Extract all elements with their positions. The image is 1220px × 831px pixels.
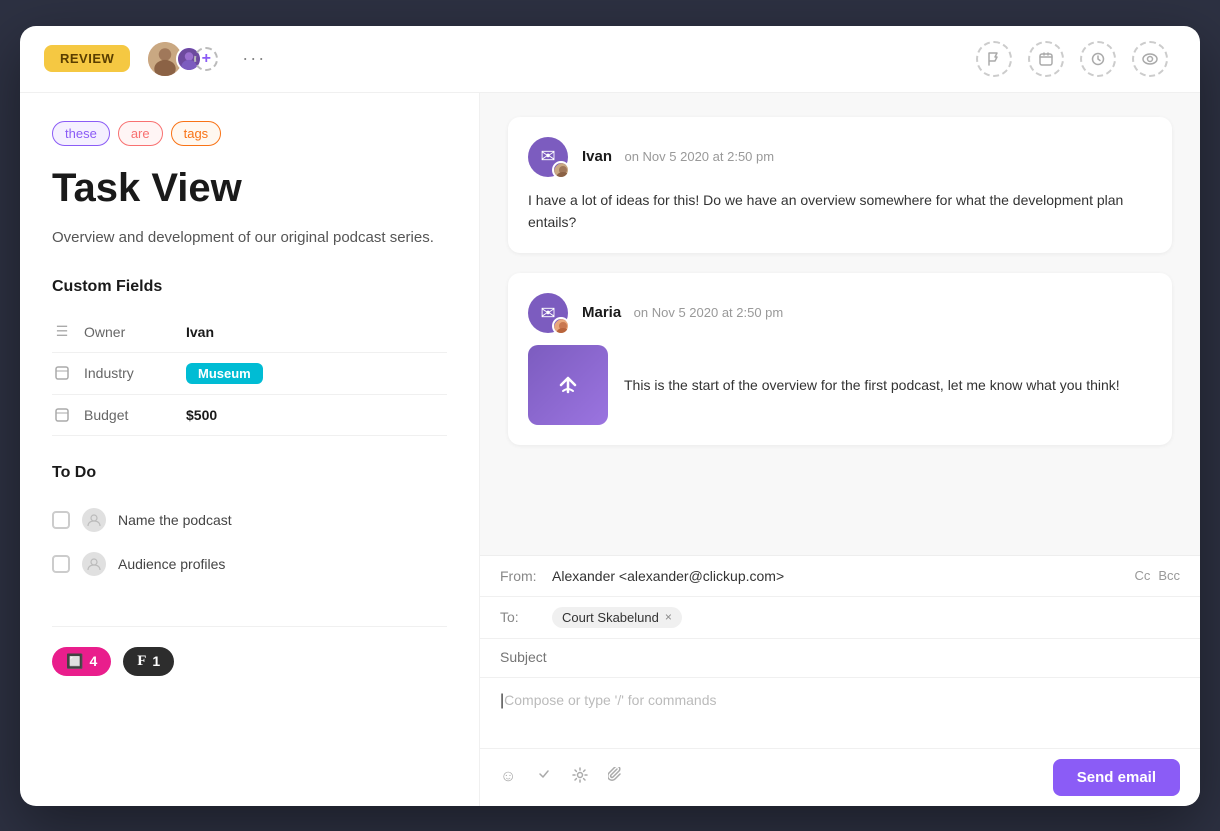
comment-header-1: ✉ Ivan on Nov 5 2020 at 2 bbox=[528, 137, 1152, 177]
comment-author-2: Maria bbox=[582, 304, 621, 321]
app-window: REVIEW + ·· bbox=[20, 26, 1200, 806]
todo-title: To Do bbox=[52, 464, 447, 482]
avatar-group: + bbox=[146, 40, 218, 78]
comment-text-1: I have a lot of ideas for this! Do we ha… bbox=[528, 189, 1152, 234]
comment-header-2: ✉ Maria on Nov 5 2020 at bbox=[528, 293, 1152, 333]
comment-text-2: This is the start of the overview for th… bbox=[624, 374, 1120, 396]
pill-figma2-count: 1 bbox=[152, 653, 160, 669]
ivan-small-avatar bbox=[552, 161, 570, 179]
budget-label: Budget bbox=[84, 407, 174, 423]
pill-figma-count: 4 bbox=[89, 653, 97, 669]
send-email-button[interactable]: Send email bbox=[1053, 759, 1180, 796]
email-from-row: From: Alexander <alexander@clickup.com> … bbox=[480, 556, 1200, 597]
from-value: Alexander <alexander@clickup.com> bbox=[552, 568, 1122, 584]
comment-meta-2: Maria on Nov 5 2020 at 2:50 pm bbox=[582, 304, 1152, 322]
field-budget: Budget $500 bbox=[52, 395, 447, 436]
todo-item-1: Name the podcast bbox=[52, 498, 447, 542]
toolbar-icons bbox=[976, 41, 1116, 77]
mention-icon[interactable] bbox=[536, 767, 552, 788]
field-owner: ☰ Owner Ivan bbox=[52, 312, 447, 353]
todo-label-1: Name the podcast bbox=[118, 512, 232, 528]
cc-label[interactable]: Cc bbox=[1134, 568, 1150, 583]
comment-avatar-maria: ✉ bbox=[528, 293, 568, 333]
maria-small-avatar bbox=[552, 317, 570, 335]
clock-icon[interactable] bbox=[1080, 41, 1116, 77]
todo-avatar-1 bbox=[82, 508, 106, 532]
comment-card-1: ✉ Ivan on Nov 5 2020 at 2 bbox=[508, 117, 1172, 254]
pill-figma-icon: 🔲 bbox=[66, 653, 83, 670]
main-content: these are tags Task View Overview and de… bbox=[20, 93, 1200, 806]
attachment-row: This is the start of the overview for th… bbox=[528, 345, 1152, 425]
todo-avatar-2 bbox=[82, 552, 106, 576]
owner-label: Owner bbox=[84, 324, 174, 340]
tags-row: these are tags bbox=[52, 121, 447, 146]
to-chip-remove[interactable]: × bbox=[665, 610, 672, 624]
pill-figma[interactable]: 🔲 4 bbox=[52, 647, 111, 676]
email-compose: From: Alexander <alexander@clickup.com> … bbox=[480, 555, 1200, 806]
email-to-row: To: Court Skabelund × bbox=[480, 597, 1200, 639]
todo-item-2: Audience profiles bbox=[52, 542, 447, 586]
email-body-placeholder: Compose or type '/' for commands bbox=[504, 692, 716, 708]
cc-bcc: Cc Bcc bbox=[1134, 568, 1180, 583]
field-industry: Industry Museum bbox=[52, 353, 447, 395]
comment-avatar-ivan: ✉ bbox=[528, 137, 568, 177]
calendar-icon[interactable] bbox=[1028, 41, 1064, 77]
to-label: To: bbox=[500, 609, 540, 625]
budget-icon bbox=[52, 405, 72, 425]
industry-icon bbox=[52, 363, 72, 383]
more-options-button[interactable]: ··· bbox=[242, 48, 266, 69]
comment-card-2: ✉ Maria on Nov 5 2020 at bbox=[508, 273, 1172, 445]
owner-icon: ☰ bbox=[52, 322, 72, 342]
tag-are[interactable]: are bbox=[118, 121, 163, 146]
todo-checkbox-2[interactable] bbox=[52, 555, 70, 573]
todo-checkbox-1[interactable] bbox=[52, 511, 70, 529]
to-chip[interactable]: Court Skabelund × bbox=[552, 607, 682, 628]
email-subject-input[interactable] bbox=[500, 649, 1180, 665]
pill-figma-2[interactable]: F 1 bbox=[123, 647, 174, 676]
email-subject-row bbox=[480, 639, 1200, 678]
comment-meta-1: Ivan on Nov 5 2020 at 2:50 pm bbox=[582, 148, 1152, 166]
tag-these[interactable]: these bbox=[52, 121, 110, 146]
from-label: From: bbox=[500, 568, 540, 584]
left-panel: these are tags Task View Overview and de… bbox=[20, 93, 480, 806]
email-body[interactable]: |Compose or type '/' for commands bbox=[480, 678, 1200, 748]
tag-tags[interactable]: tags bbox=[171, 121, 222, 146]
custom-fields: Custom Fields ☰ Owner Ivan Industry Muse… bbox=[52, 278, 447, 436]
emoji-icon[interactable]: ☺ bbox=[500, 768, 516, 786]
to-chip-name: Court Skabelund bbox=[562, 610, 659, 625]
eye-icon[interactable] bbox=[1132, 41, 1168, 77]
attachment-icon[interactable] bbox=[608, 767, 624, 788]
comment-time-1: on Nov 5 2020 at 2:50 pm bbox=[624, 149, 774, 164]
email-toolbar: ☺ bbox=[480, 748, 1200, 806]
attachment-thumbnail[interactable] bbox=[528, 345, 608, 425]
settings-icon[interactable] bbox=[572, 767, 588, 788]
industry-label: Industry bbox=[84, 365, 174, 381]
custom-fields-title: Custom Fields bbox=[52, 278, 447, 296]
todo-label-2: Audience profiles bbox=[118, 556, 225, 572]
right-panel: ✉ Ivan on Nov 5 2020 at 2 bbox=[480, 93, 1200, 806]
budget-value: $500 bbox=[186, 407, 217, 423]
top-bar: REVIEW + ·· bbox=[20, 26, 1200, 93]
owner-value: Ivan bbox=[186, 324, 214, 340]
task-description: Overview and development of our original… bbox=[52, 226, 447, 250]
task-title: Task View bbox=[52, 166, 447, 210]
todo-section: To Do Name the podcast bbox=[52, 464, 447, 586]
bcc-label[interactable]: Bcc bbox=[1158, 568, 1180, 583]
add-assignee-button[interactable]: + bbox=[194, 47, 218, 71]
comment-time-2: on Nov 5 2020 at 2:50 pm bbox=[634, 305, 784, 320]
flag-icon[interactable] bbox=[976, 41, 1012, 77]
pill-figma2-icon: F bbox=[137, 653, 146, 670]
comments-area: ✉ Ivan on Nov 5 2020 at 2 bbox=[480, 93, 1200, 555]
review-badge: REVIEW bbox=[44, 45, 130, 72]
industry-value: Museum bbox=[186, 363, 263, 384]
comment-author-1: Ivan bbox=[582, 148, 612, 165]
